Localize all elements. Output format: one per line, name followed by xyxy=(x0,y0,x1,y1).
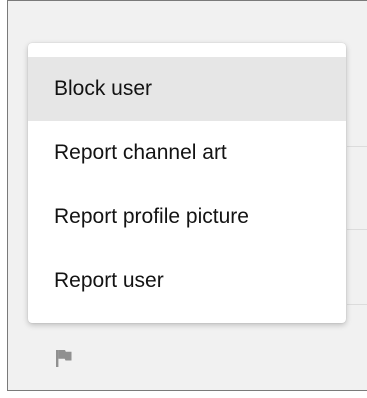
menu-item-block-user[interactable]: Block user xyxy=(28,57,346,121)
report-flag-button[interactable] xyxy=(50,345,78,371)
divider xyxy=(347,304,367,305)
menu-item-report-profile-picture[interactable]: Report profile picture xyxy=(28,185,346,249)
divider xyxy=(347,146,367,147)
report-menu: Block user Report channel art Report pro… xyxy=(28,43,346,323)
divider xyxy=(347,229,367,230)
flag-icon xyxy=(56,350,72,367)
menu-item-report-user[interactable]: Report user xyxy=(28,249,346,313)
menu-item-report-channel-art[interactable]: Report channel art xyxy=(28,121,346,185)
